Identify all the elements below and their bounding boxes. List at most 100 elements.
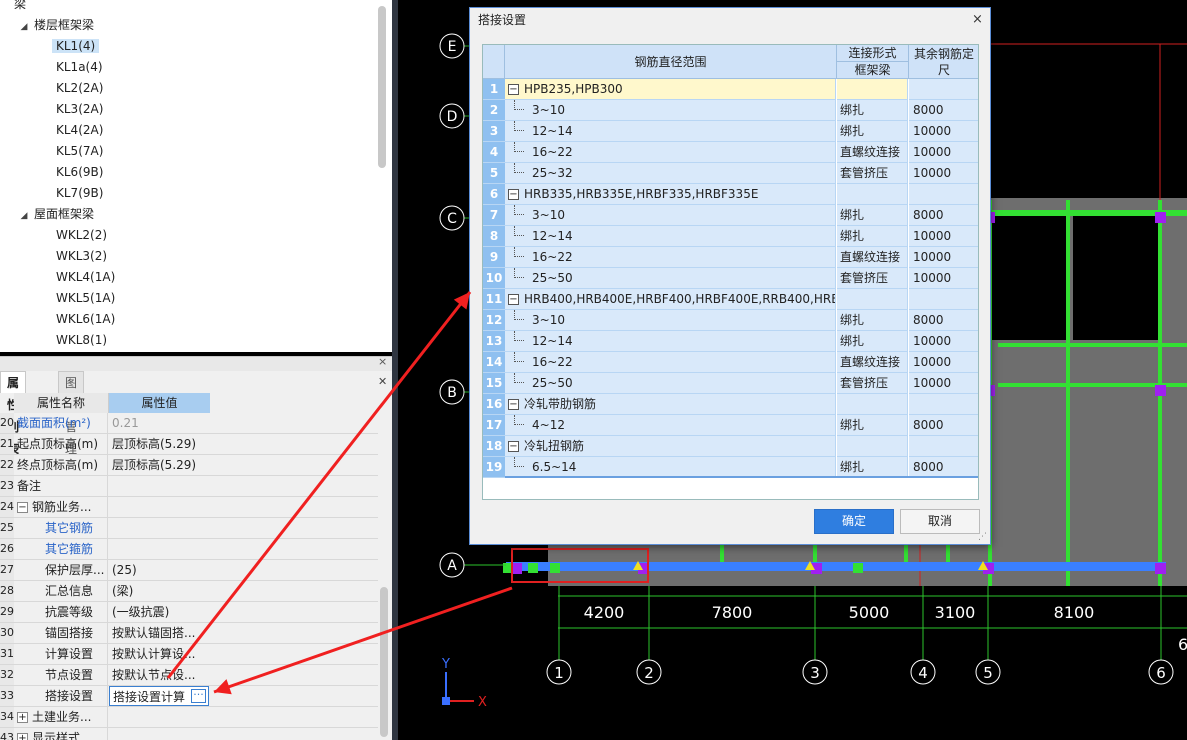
tree-item[interactable]: WKL3(2) [56,246,107,267]
expand-icon[interactable]: + [17,712,28,723]
property-row[interactable]: 31 计算设置 按默认计算设... [0,644,378,665]
cell-connection-type[interactable]: 套管挤压 [837,163,908,184]
grid-row[interactable]: 17 4~12 绑扎 8000 [483,415,978,436]
collapse-icon[interactable]: − [508,441,519,452]
cell-connection-type[interactable]: 绑扎 [837,205,908,226]
expand-triangle-icon[interactable]: ◢ [18,17,30,38]
cell-connection-type[interactable]: 绑扎 [837,457,908,478]
property-row[interactable]: 25 其它钢筋 [0,518,378,539]
property-value[interactable]: 搭接设置计算 ··· [109,686,209,706]
grid-row[interactable]: 13 12~14 绑扎 10000 [483,331,978,352]
cell-stock-length[interactable]: 8000 [909,457,978,478]
collapse-icon[interactable]: − [508,399,519,410]
cell-connection-type[interactable] [837,394,908,415]
tree-item[interactable]: WKL5(1A) [56,288,115,309]
column[interactable] [1155,563,1166,574]
cell-diameter-range[interactable]: 3~10 [505,205,836,226]
collapse-icon[interactable]: − [508,189,519,200]
cell-diameter-range[interactable]: − HRB335,HRB335E,HRBF335,HRBF335E [505,184,836,205]
cell-diameter-range[interactable]: 25~50 [505,268,836,289]
cell-stock-length[interactable] [909,436,978,457]
cell-stock-length[interactable]: 10000 [909,121,978,142]
cell-diameter-range[interactable]: 25~32 [505,163,836,184]
grid-row[interactable]: 7 3~10 绑扎 8000 [483,205,978,226]
grid-row[interactable]: 5 25~32 套管挤压 10000 [483,163,978,184]
collapse-icon[interactable]: − [508,294,519,305]
cell-diameter-range[interactable]: − HRB400,HRB400E,HRBF400,HRBF400E,RRB400,… [505,289,836,310]
cell-stock-length[interactable]: 10000 [909,373,978,394]
cell-diameter-range[interactable]: 16~22 [505,247,836,268]
property-scrollbar[interactable] [380,587,388,737]
ok-button[interactable]: 确定 [814,509,894,534]
tree-item[interactable]: WKL2(2) [56,225,107,246]
property-value[interactable]: (一级抗震) [109,602,209,622]
pin-icon[interactable]: ✕ [378,375,387,388]
expand-icon[interactable]: + [17,733,28,740]
grid-row[interactable]: 2 3~10 绑扎 8000 [483,100,978,121]
grid-row[interactable]: 4 16~22 直螺纹连接 10000 [483,142,978,163]
cell-stock-length[interactable]: 8000 [909,415,978,436]
property-row[interactable]: 30 锚固搭接 按默认锚固搭... [0,623,378,644]
property-row[interactable]: 34 + 土建业务... [0,707,378,728]
cell-diameter-range[interactable]: 25~50 [505,373,836,394]
property-value[interactable] [109,476,209,496]
tree-item[interactable]: KL6(9B) [56,162,103,183]
cell-stock-length[interactable]: 8000 [909,205,978,226]
cell-stock-length[interactable] [909,289,978,310]
property-value[interactable]: 0.21 [109,413,209,433]
beam-support[interactable] [853,563,863,573]
grid-row[interactable]: 9 16~22 直螺纹连接 10000 [483,247,978,268]
property-value[interactable] [109,539,209,559]
tab-property-list[interactable]: 属性列表 [0,371,27,456]
grid-row[interactable]: 10 25~50 套管挤压 10000 [483,268,978,289]
cell-stock-length[interactable]: 10000 [909,268,978,289]
tree-item[interactable]: KL1(4) [52,36,100,57]
cell-stock-length[interactable]: 10000 [909,142,978,163]
property-row[interactable]: 20 截面面积(m²) 0.21 [0,413,378,434]
grid-row[interactable]: 14 16~22 直螺纹连接 10000 [483,352,978,373]
cell-diameter-range[interactable]: − 冷轧带肋钢筋 [505,394,836,415]
cancel-button[interactable]: 取消 [900,509,980,534]
property-row[interactable]: 22 终点顶标高(m) 层顶标高(5.29) [0,455,378,476]
cell-diameter-range[interactable]: 12~14 [505,331,836,352]
cell-diameter-range[interactable]: 6.5~14 [505,457,836,478]
grid-row[interactable]: 18− 冷轧扭钢筋 [483,436,978,457]
tree-group[interactable]: ◢ 楼层框架梁 [18,15,94,36]
property-row[interactable]: 23 备注 [0,476,378,497]
tree-item[interactable]: KL4(2A) [56,120,103,141]
property-value[interactable]: (梁) [109,581,209,601]
tree-item[interactable]: WKL4(1A) [56,267,115,288]
cell-stock-length[interactable]: 10000 [909,352,978,373]
property-value[interactable]: 按默认计算设... [109,644,209,664]
property-row[interactable]: 29 抗震等级 (一级抗震) [0,602,378,623]
tab-layer-manager[interactable]: 图层管理 [58,371,85,456]
cell-connection-type[interactable]: 绑扎 [837,100,908,121]
selected-beam-kl1[interactable] [506,562,1166,571]
tree-item[interactable]: KL2(2A) [56,78,103,99]
column[interactable] [1155,385,1166,396]
grid-row[interactable]: 8 12~14 绑扎 10000 [483,226,978,247]
property-value[interactable] [109,497,209,517]
property-row[interactable]: 32 节点设置 按默认节点设... [0,665,378,686]
grid-row[interactable]: 19 6.5~14 绑扎 8000 [483,457,978,478]
cell-connection-type[interactable]: 绑扎 [837,331,908,352]
beam-support[interactable] [550,563,560,573]
cell-connection-type[interactable]: 直螺纹连接 [837,247,908,268]
cell-diameter-range[interactable]: 12~14 [505,226,836,247]
tree-item[interactable]: KL3(2A) [56,99,103,120]
grid-row[interactable]: 15 25~50 套管挤压 10000 [483,373,978,394]
cell-stock-length[interactable] [909,79,978,100]
collapse-icon[interactable]: − [17,502,28,513]
property-row[interactable]: 28 汇总信息 (梁) [0,581,378,602]
tree-group[interactable]: ◢ 屋面框架梁 [18,204,94,225]
property-row[interactable]: 27 保护层厚... (25) [0,560,378,581]
grid-row[interactable]: 6− HRB335,HRB335E,HRBF335,HRBF335E [483,184,978,205]
grid-row[interactable]: 16− 冷轧带肋钢筋 [483,394,978,415]
cell-connection-type[interactable]: 绑扎 [837,310,908,331]
cell-connection-type[interactable]: 直螺纹连接 [837,352,908,373]
close-icon[interactable]: × [972,8,983,32]
property-row[interactable]: 33 搭接设置 搭接设置计算 ··· [0,686,378,707]
property-row[interactable]: 21 起点顶标高(m) 层顶标高(5.29) [0,434,378,455]
cell-connection-type[interactable] [837,79,908,100]
tree-item[interactable]: KL5(7A) [56,141,103,162]
